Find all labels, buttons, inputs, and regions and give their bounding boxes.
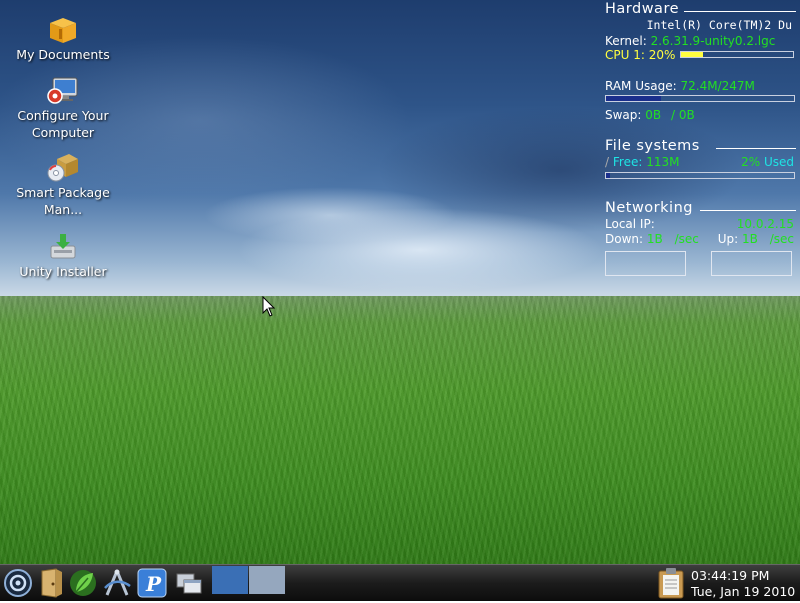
ram-usage-bar	[605, 95, 795, 102]
clock-date[interactable]: Tue, Jan 19 2010	[691, 584, 795, 599]
kernel-value: 2.6.31.9-unity0.2.lgc	[650, 34, 776, 48]
folder-box-icon	[50, 18, 76, 43]
desktop-icon-configure-computer[interactable]: Configure Your Computer	[3, 76, 123, 141]
clipboard-icon	[658, 568, 684, 599]
filesystem-used-value: 2%	[741, 155, 761, 169]
ram-label: RAM Usage:	[605, 79, 677, 93]
wallpaper-grass-field	[0, 296, 800, 564]
filesystem-mount: /	[605, 155, 610, 169]
networking-heading: Networking	[605, 200, 693, 216]
start-menu-icon	[4, 569, 32, 597]
local-ip-label: Local IP:	[605, 217, 655, 231]
file-systems-divider	[716, 148, 796, 149]
ram-row: RAM Usage: 72.4M/247M	[605, 79, 755, 93]
installer-icon	[50, 234, 76, 259]
filesystem-root-row: / Free: 113M	[605, 155, 679, 169]
start-menu-button[interactable]	[3, 568, 33, 598]
desktop-icon-label: Smart Package Man...	[16, 185, 110, 217]
clipboard-tray-button[interactable]	[656, 567, 686, 599]
pidgin-p-icon: P	[137, 568, 167, 598]
cpu-usage-label: CPU 1: 20%	[605, 48, 676, 62]
up-value: 1B	[742, 232, 758, 246]
pager-desktop-2[interactable]	[249, 566, 285, 594]
file-manager-launcher[interactable]	[36, 568, 66, 598]
kernel-label: Kernel:	[605, 34, 647, 48]
desktop-icon-label: Configure Your Computer	[17, 108, 109, 140]
cpu-usage-bar	[680, 51, 794, 58]
file-manager-icon	[41, 568, 62, 598]
pager-desktop-1[interactable]	[212, 566, 248, 594]
package-cd-icon	[47, 154, 78, 182]
swap-row: Swap: 0B / 0B	[605, 108, 695, 122]
up-unit: /sec	[769, 232, 794, 246]
taskbar: P 03:44:19 PM Tue, Jan 19 2010	[0, 564, 800, 601]
kernel-row: Kernel: 2.6.31.9-unity0.2.lgc	[605, 34, 775, 48]
desktop-icon-label: My Documents	[16, 47, 110, 62]
filesystem-usage-bar	[605, 172, 795, 179]
cpu-usage-bar-fill	[681, 52, 704, 57]
up-label: Up:	[717, 232, 739, 246]
local-ip-value: 10.0.2.15	[736, 217, 794, 231]
desktop-icon-unity-installer[interactable]: Unity Installer	[3, 232, 123, 280]
file-systems-heading: File systems	[605, 138, 700, 154]
hardware-heading: Hardware	[605, 1, 680, 17]
desktop-icon-label: Unity Installer	[19, 264, 107, 279]
pidgin-launcher[interactable]: P	[137, 568, 167, 598]
filesystem-used-label: Used	[763, 155, 794, 169]
networking-divider	[700, 210, 796, 211]
hardware-divider	[684, 11, 796, 12]
ram-usage-bar-fill	[606, 96, 662, 101]
down-speed-row: Down: 1B /sec	[605, 232, 699, 246]
show-desktop-button[interactable]	[174, 568, 204, 598]
mouse-pointer-icon	[262, 296, 276, 317]
swap-label: Swap:	[605, 108, 642, 122]
clock-time[interactable]: 03:44:19 PM	[691, 568, 769, 583]
ram-value: 72.4M/247M	[680, 79, 755, 93]
svg-text:P: P	[145, 572, 162, 596]
cpu-model: Intel(R) Core(TM)2 Du	[646, 18, 792, 32]
down-value: 1B	[646, 232, 663, 246]
desktop-icon-my-documents[interactable]: My Documents	[3, 15, 123, 63]
compass-tool-icon	[104, 569, 131, 596]
compass-tool-launcher[interactable]	[102, 568, 132, 598]
browser-launcher[interactable]	[68, 568, 98, 598]
filesystem-used-row: 2% Used	[741, 155, 794, 169]
filesystem-free-value: 113M	[646, 155, 680, 169]
desktop-icon-smart-package-manager[interactable]: Smart Package Man...	[3, 153, 123, 218]
filesystem-free-label: Free:	[612, 155, 643, 169]
swap-used: 0B	[645, 108, 662, 122]
down-unit: /sec	[674, 232, 699, 246]
browser-leaf-icon	[70, 570, 96, 596]
swap-total: / 0B	[670, 108, 695, 122]
monitor-config-icon	[47, 77, 78, 104]
upload-graph	[711, 251, 792, 276]
download-graph	[605, 251, 686, 276]
down-label: Down:	[605, 232, 644, 246]
show-desktop-icon	[176, 573, 202, 594]
filesystem-usage-bar-fill	[606, 173, 610, 178]
up-speed-row: Up: 1B /sec	[718, 232, 794, 246]
